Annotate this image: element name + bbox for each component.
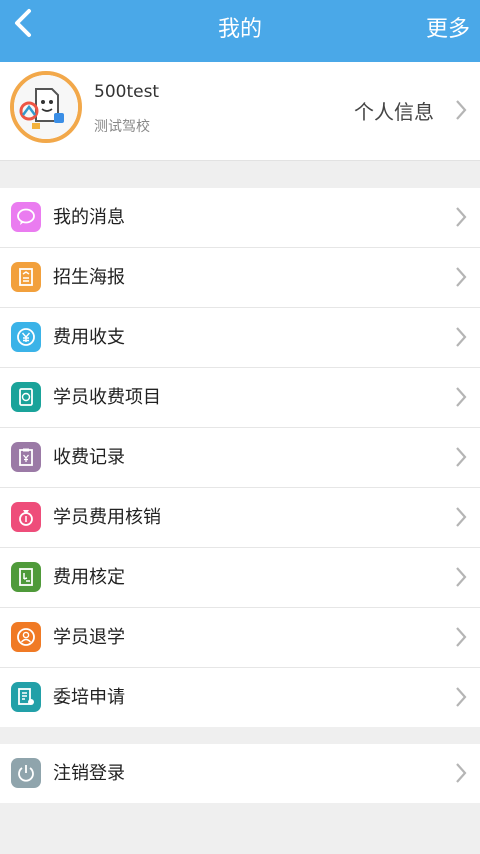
menu-item-label: 招生海报 xyxy=(53,267,125,288)
school-name: 测试驾校 xyxy=(94,119,150,135)
logout-button[interactable]: 注销登录 xyxy=(0,744,480,803)
logout-label: 注销登录 xyxy=(53,763,125,784)
menu-item-training-application[interactable]: 委培申请 xyxy=(0,668,480,727)
apply-form-icon xyxy=(11,682,41,712)
menu-item-label: 费用收支 xyxy=(53,327,125,348)
top-bar: 我的 更多 xyxy=(0,0,480,62)
chevron-right-icon xyxy=(456,763,467,783)
money-bag-icon xyxy=(11,502,41,532)
menu-item-label: 学员收费项目 xyxy=(53,387,161,408)
menu-item-label: 收费记录 xyxy=(53,447,125,468)
chevron-right-icon xyxy=(456,327,467,347)
chevron-right-icon xyxy=(456,567,467,587)
logout-list: 注销登录 xyxy=(0,744,480,803)
menu-item-income-expense[interactable]: 费用收支 xyxy=(0,308,480,368)
user-exit-icon xyxy=(11,622,41,652)
profile-row[interactable]: 500test 测试驾校 个人信息 xyxy=(0,62,480,161)
document-check-icon xyxy=(11,562,41,592)
menu-item-label: 委培申请 xyxy=(53,687,125,708)
chevron-right-icon xyxy=(456,207,467,227)
chevron-right-icon xyxy=(456,387,467,407)
menu-item-label: 费用核定 xyxy=(53,567,125,588)
menu-item-student-fee-items[interactable]: 学员收费项目 xyxy=(0,368,480,428)
menu-list: 我的消息 招生海报 费用收支 学员收费项目 收费记录 学员费用核销 费用核定 学… xyxy=(0,188,480,727)
chevron-right-icon xyxy=(456,687,467,707)
menu-item-fee-approval[interactable]: 费用核定 xyxy=(0,548,480,608)
clipboard-yuan-icon xyxy=(11,442,41,472)
menu-item-student-withdraw[interactable]: 学员退学 xyxy=(0,608,480,668)
menu-item-poster[interactable]: 招生海报 xyxy=(0,248,480,308)
menu-item-label: 学员费用核销 xyxy=(53,507,161,528)
message-icon xyxy=(11,202,41,232)
chevron-right-icon xyxy=(456,447,467,467)
menu-item-messages[interactable]: 我的消息 xyxy=(0,188,480,248)
yuan-circle-icon xyxy=(11,322,41,352)
menu-item-fee-records[interactable]: 收费记录 xyxy=(0,428,480,488)
page-title: 我的 xyxy=(217,17,262,42)
menu-item-label: 我的消息 xyxy=(53,207,125,228)
chevron-right-icon xyxy=(456,627,467,647)
more-button[interactable]: 更多 xyxy=(426,0,470,62)
fee-item-icon xyxy=(11,382,41,412)
username: 500test xyxy=(94,82,160,102)
chevron-right-icon xyxy=(456,100,467,120)
avatar xyxy=(10,71,82,143)
power-icon xyxy=(11,758,41,788)
menu-item-label: 学员退学 xyxy=(53,627,125,648)
menu-item-fee-writeoff[interactable]: 学员费用核销 xyxy=(0,488,480,548)
personal-info-link[interactable]: 个人信息 xyxy=(354,96,434,125)
chevron-right-icon xyxy=(456,267,467,287)
chevron-right-icon xyxy=(456,507,467,527)
poster-icon xyxy=(11,262,41,292)
